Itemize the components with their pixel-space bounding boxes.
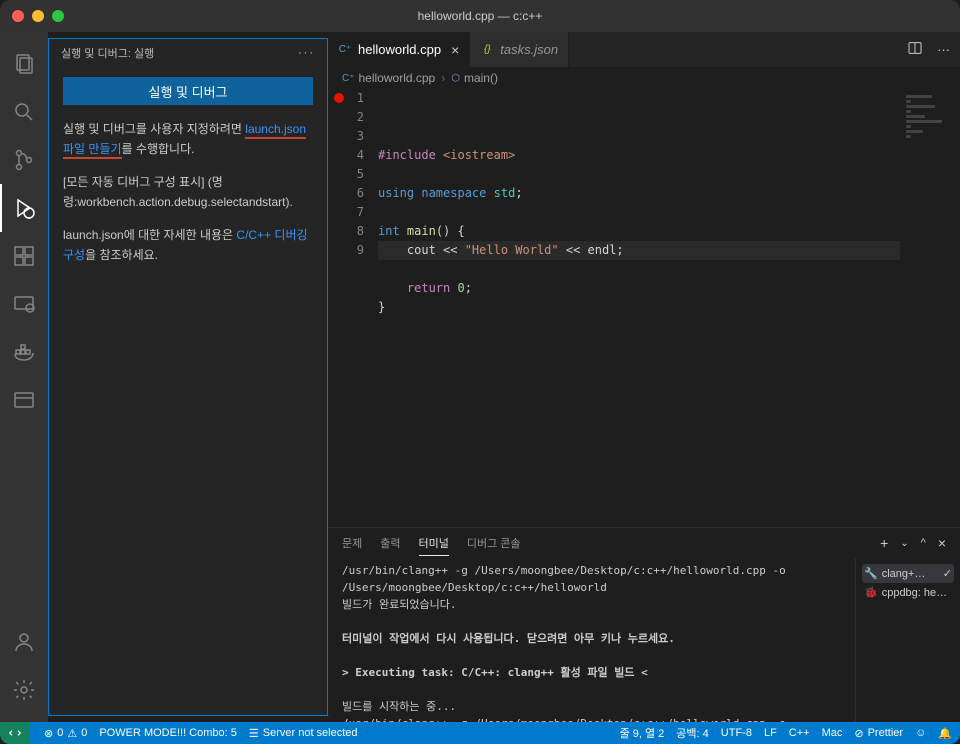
terminal-dropdown-icon[interactable]: ⌄	[900, 538, 908, 549]
split-editor-icon[interactable]	[907, 40, 923, 59]
close-panel-icon[interactable]: ×	[938, 535, 946, 551]
statusbar: ⊗0 ⚠0 POWER MODE!!! Combo: 5 ☰ Server no…	[0, 722, 960, 744]
line-number: 3	[328, 127, 364, 146]
tab-label: tasks.json	[500, 42, 558, 57]
maximize-panel-icon[interactable]: ^	[921, 537, 926, 549]
code-line[interactable]: return 0;	[378, 279, 900, 298]
sidebar-title: 실행 및 디버그: 실행	[61, 45, 154, 61]
prettier-check-icon: ⊘	[854, 727, 863, 740]
explorer-icon[interactable]	[0, 40, 48, 88]
line-number: 9	[328, 241, 364, 260]
status-line-col[interactable]: 줄 9, 열 2	[620, 725, 665, 741]
run-debug-icon[interactable]	[0, 184, 48, 232]
run-debug-sidebar: 실행 및 디버그: 실행 ··· 실행 및 디버그 실행 및 디버그를 사용자 …	[48, 38, 328, 716]
terminal-task-cppdbg[interactable]: 🐞 cppdbg: he…	[862, 583, 954, 602]
status-eol[interactable]: LF	[764, 727, 777, 739]
breadcrumb-file[interactable]: helloworld.cpp	[359, 71, 436, 85]
status-errors-warnings[interactable]: ⊗0 ⚠0	[44, 727, 87, 740]
panel-tab-terminal[interactable]: 터미널	[419, 531, 449, 556]
account-icon[interactable]	[0, 618, 48, 666]
window-maximize-button[interactable]	[52, 10, 64, 22]
code-line[interactable]	[378, 203, 900, 222]
code-editor[interactable]: 123456789 #include <iostream> using name…	[328, 89, 960, 527]
remote-explorer-icon[interactable]	[0, 280, 48, 328]
status-bell-icon[interactable]: 🔔	[938, 727, 952, 740]
breakpoint-icon[interactable]	[334, 93, 344, 103]
settings-gear-icon[interactable]	[0, 666, 48, 714]
search-icon[interactable]	[0, 88, 48, 136]
sidebar-para1: 실행 및 디버그를 사용자 지정하려면 launch.json 파일 만들기를 …	[63, 119, 313, 160]
window-minimize-button[interactable]	[32, 10, 44, 22]
status-encoding[interactable]: UTF-8	[721, 727, 752, 739]
editor-area: C⁺ helloworld.cpp × {} tasks.json ··· C⁺…	[328, 32, 960, 722]
terminal-output[interactable]: /usr/bin/clang++ -g /Users/moongbee/Desk…	[328, 558, 855, 722]
panel-tab-problems[interactable]: 문제	[342, 531, 362, 555]
line-number: 2	[328, 108, 364, 127]
chevron-right-icon: ›	[441, 71, 445, 85]
editor-more-icon[interactable]: ···	[937, 42, 950, 57]
status-power-mode[interactable]: POWER MODE!!! Combo: 5	[99, 727, 237, 739]
code-line[interactable]	[378, 165, 900, 184]
new-terminal-icon[interactable]: +	[880, 535, 888, 551]
terminal-list: 🔧 clang+… ✓ 🐞 cppdbg: he…	[855, 558, 960, 722]
status-os[interactable]: Mac	[822, 727, 843, 739]
line-number: 4	[328, 146, 364, 165]
tab-label: helloworld.cpp	[358, 42, 441, 57]
code-line[interactable]	[378, 260, 900, 279]
breadcrumb-symbol[interactable]: main()	[464, 71, 498, 85]
tab-helloworld-cpp[interactable]: C⁺ helloworld.cpp ×	[328, 32, 470, 67]
code-line[interactable]: int main() {	[378, 222, 900, 241]
window-close-button[interactable]	[12, 10, 24, 22]
error-icon: ⊗	[44, 727, 53, 740]
code-line[interactable]: cout << "Hello World" << endl;	[378, 241, 900, 260]
docker-icon[interactable]	[0, 328, 48, 376]
wrench-icon: 🔧	[864, 567, 878, 580]
server-icon: ☰	[249, 727, 259, 740]
tab-tasks-json[interactable]: {} tasks.json	[470, 32, 569, 67]
status-language[interactable]: C++	[789, 727, 810, 739]
status-server[interactable]: ☰ Server not selected	[249, 727, 358, 740]
line-number: 7	[328, 203, 364, 222]
tab-close-icon[interactable]: ×	[451, 42, 459, 58]
warning-icon: ⚠	[67, 727, 77, 740]
bug-icon: 🐞	[864, 586, 878, 599]
sidebar-para2: [모든 자동 디버그 구성 표시] (명령:workbench.action.d…	[63, 172, 313, 213]
cpp-file-icon: C⁺	[338, 43, 352, 57]
sidebar-para3: launch.json에 대한 자세한 내용은 C/C++ 디버깅 구성을 참조…	[63, 225, 313, 266]
code-line[interactable]: #include <iostream>	[378, 146, 900, 165]
line-number: 5	[328, 165, 364, 184]
code-line[interactable]: }	[378, 298, 900, 317]
source-control-icon[interactable]	[0, 136, 48, 184]
code-line[interactable]: using namespace std;	[378, 184, 900, 203]
run-and-debug-button[interactable]: 실행 및 디버그	[63, 77, 313, 105]
bottom-panel: 문제 출력 터미널 디버그 콘솔 + ⌄ ^ × /usr/bin/clang+…	[328, 527, 960, 722]
minimap[interactable]	[900, 89, 960, 527]
line-number: 8	[328, 222, 364, 241]
panel-tab-debug-console[interactable]: 디버그 콘솔	[467, 531, 521, 555]
panel-tab-output[interactable]: 출력	[380, 531, 400, 555]
status-spaces[interactable]: 공백: 4	[676, 725, 708, 741]
breadcrumb[interactable]: C⁺ helloworld.cpp › ⬡ main()	[328, 67, 960, 89]
check-icon: ✓	[943, 567, 952, 580]
line-number: 6	[328, 184, 364, 203]
terminal-task-clang[interactable]: 🔧 clang+… ✓	[862, 564, 954, 583]
window-title: helloworld.cpp — c:c++	[418, 9, 543, 23]
remote-indicator[interactable]	[0, 722, 30, 744]
function-icon: ⬡	[451, 73, 460, 84]
activity-bar	[0, 32, 48, 722]
json-file-icon: {}	[480, 43, 494, 57]
sidebar-more-icon[interactable]: ···	[298, 47, 315, 59]
status-prettier[interactable]: ⊘ Prettier	[854, 727, 903, 740]
extra-panel-icon[interactable]	[0, 376, 48, 424]
titlebar: helloworld.cpp — c:c++	[0, 0, 960, 32]
cpp-file-icon: C⁺	[342, 73, 355, 84]
status-feedback-icon[interactable]: ☺	[915, 727, 926, 739]
tabs-row: C⁺ helloworld.cpp × {} tasks.json ···	[328, 32, 960, 67]
extensions-icon[interactable]	[0, 232, 48, 280]
